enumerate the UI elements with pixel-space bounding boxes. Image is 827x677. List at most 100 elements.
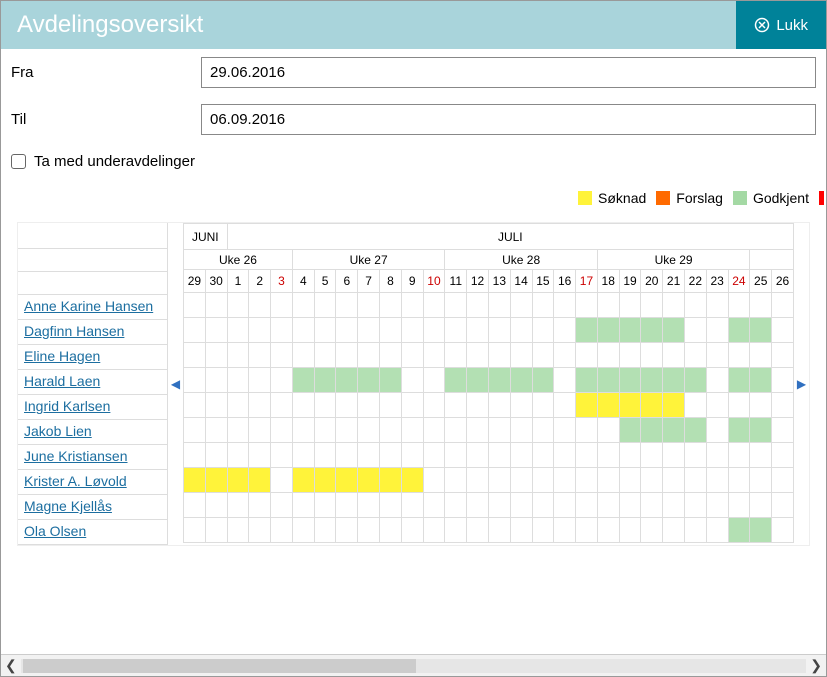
day-cell[interactable] (641, 368, 663, 393)
day-cell[interactable] (358, 468, 380, 493)
day-cell[interactable] (576, 368, 598, 393)
day-cell[interactable] (401, 468, 423, 493)
day-cell[interactable] (706, 443, 728, 468)
day-cell[interactable] (380, 418, 402, 443)
day-cell[interactable] (641, 393, 663, 418)
day-cell[interactable] (663, 443, 685, 468)
day-cell[interactable] (423, 368, 445, 393)
day-cell[interactable] (292, 518, 314, 543)
day-cell[interactable] (423, 518, 445, 543)
day-cell[interactable] (271, 518, 293, 543)
employee-link[interactable]: Ingrid Karlsen (18, 395, 167, 420)
day-cell[interactable] (554, 518, 576, 543)
day-cell[interactable] (292, 468, 314, 493)
day-cell[interactable] (205, 393, 227, 418)
day-cell[interactable] (554, 468, 576, 493)
horizontal-scrollbar[interactable]: ❮ ❯ (1, 654, 826, 676)
day-cell[interactable] (467, 318, 489, 343)
day-cell[interactable] (772, 493, 794, 518)
day-cell[interactable] (336, 393, 358, 418)
day-cell[interactable] (358, 418, 380, 443)
day-cell[interactable] (488, 318, 510, 343)
day-cell[interactable] (292, 443, 314, 468)
day-cell[interactable] (772, 318, 794, 343)
day-cell[interactable] (184, 318, 206, 343)
scrollbar-thumb[interactable] (23, 659, 416, 673)
day-cell[interactable] (401, 518, 423, 543)
day-cell[interactable] (750, 418, 772, 443)
day-cell[interactable] (445, 343, 467, 368)
day-cell[interactable] (554, 318, 576, 343)
day-cell[interactable] (532, 468, 554, 493)
day-cell[interactable] (597, 368, 619, 393)
day-cell[interactable] (227, 318, 249, 343)
scrollbar-left-icon[interactable]: ❮ (5, 657, 17, 674)
day-cell[interactable] (314, 518, 336, 543)
day-cell[interactable] (467, 493, 489, 518)
day-cell[interactable] (336, 518, 358, 543)
day-cell[interactable] (728, 443, 750, 468)
day-cell[interactable] (706, 343, 728, 368)
day-cell[interactable] (728, 343, 750, 368)
day-cell[interactable] (401, 368, 423, 393)
day-cell[interactable] (750, 318, 772, 343)
employee-link[interactable]: Krister A. Løvold (18, 470, 167, 495)
day-cell[interactable] (205, 343, 227, 368)
employee-link[interactable]: Harald Laen (18, 370, 167, 395)
day-cell[interactable] (227, 443, 249, 468)
day-cell[interactable] (510, 368, 532, 393)
day-cell[interactable] (663, 318, 685, 343)
day-cell[interactable] (554, 493, 576, 518)
day-cell[interactable] (728, 418, 750, 443)
day-cell[interactable] (488, 493, 510, 518)
day-cell[interactable] (314, 493, 336, 518)
day-cell[interactable] (467, 518, 489, 543)
day-cell[interactable] (336, 293, 358, 318)
day-cell[interactable] (684, 443, 706, 468)
day-cell[interactable] (271, 493, 293, 518)
day-cell[interactable] (532, 493, 554, 518)
day-cell[interactable] (401, 493, 423, 518)
day-cell[interactable] (576, 443, 598, 468)
day-cell[interactable] (401, 443, 423, 468)
day-cell[interactable] (184, 368, 206, 393)
day-cell[interactable] (597, 343, 619, 368)
day-cell[interactable] (271, 318, 293, 343)
day-cell[interactable] (576, 318, 598, 343)
day-cell[interactable] (184, 518, 206, 543)
day-cell[interactable] (467, 443, 489, 468)
day-cell[interactable] (358, 343, 380, 368)
day-cell[interactable] (336, 368, 358, 393)
day-cell[interactable] (554, 343, 576, 368)
day-cell[interactable] (597, 318, 619, 343)
day-cell[interactable] (184, 443, 206, 468)
day-cell[interactable] (597, 393, 619, 418)
scrollbar-track[interactable] (21, 659, 807, 673)
day-cell[interactable] (271, 293, 293, 318)
day-cell[interactable] (510, 493, 532, 518)
day-cell[interactable] (772, 393, 794, 418)
day-cell[interactable] (597, 418, 619, 443)
day-cell[interactable] (205, 443, 227, 468)
day-cell[interactable] (663, 368, 685, 393)
day-cell[interactable] (532, 518, 554, 543)
day-cell[interactable] (271, 468, 293, 493)
day-cell[interactable] (728, 368, 750, 393)
day-cell[interactable] (292, 318, 314, 343)
day-cell[interactable] (684, 468, 706, 493)
day-cell[interactable] (314, 293, 336, 318)
day-cell[interactable] (380, 318, 402, 343)
day-cell[interactable] (597, 518, 619, 543)
day-cell[interactable] (467, 368, 489, 393)
day-cell[interactable] (380, 468, 402, 493)
day-cell[interactable] (641, 418, 663, 443)
employee-link[interactable]: Eline Hagen (18, 345, 167, 370)
day-cell[interactable] (205, 368, 227, 393)
day-cell[interactable] (663, 518, 685, 543)
day-cell[interactable] (314, 393, 336, 418)
day-cell[interactable] (728, 393, 750, 418)
day-cell[interactable] (292, 393, 314, 418)
day-cell[interactable] (684, 418, 706, 443)
day-cell[interactable] (728, 318, 750, 343)
day-cell[interactable] (619, 518, 641, 543)
